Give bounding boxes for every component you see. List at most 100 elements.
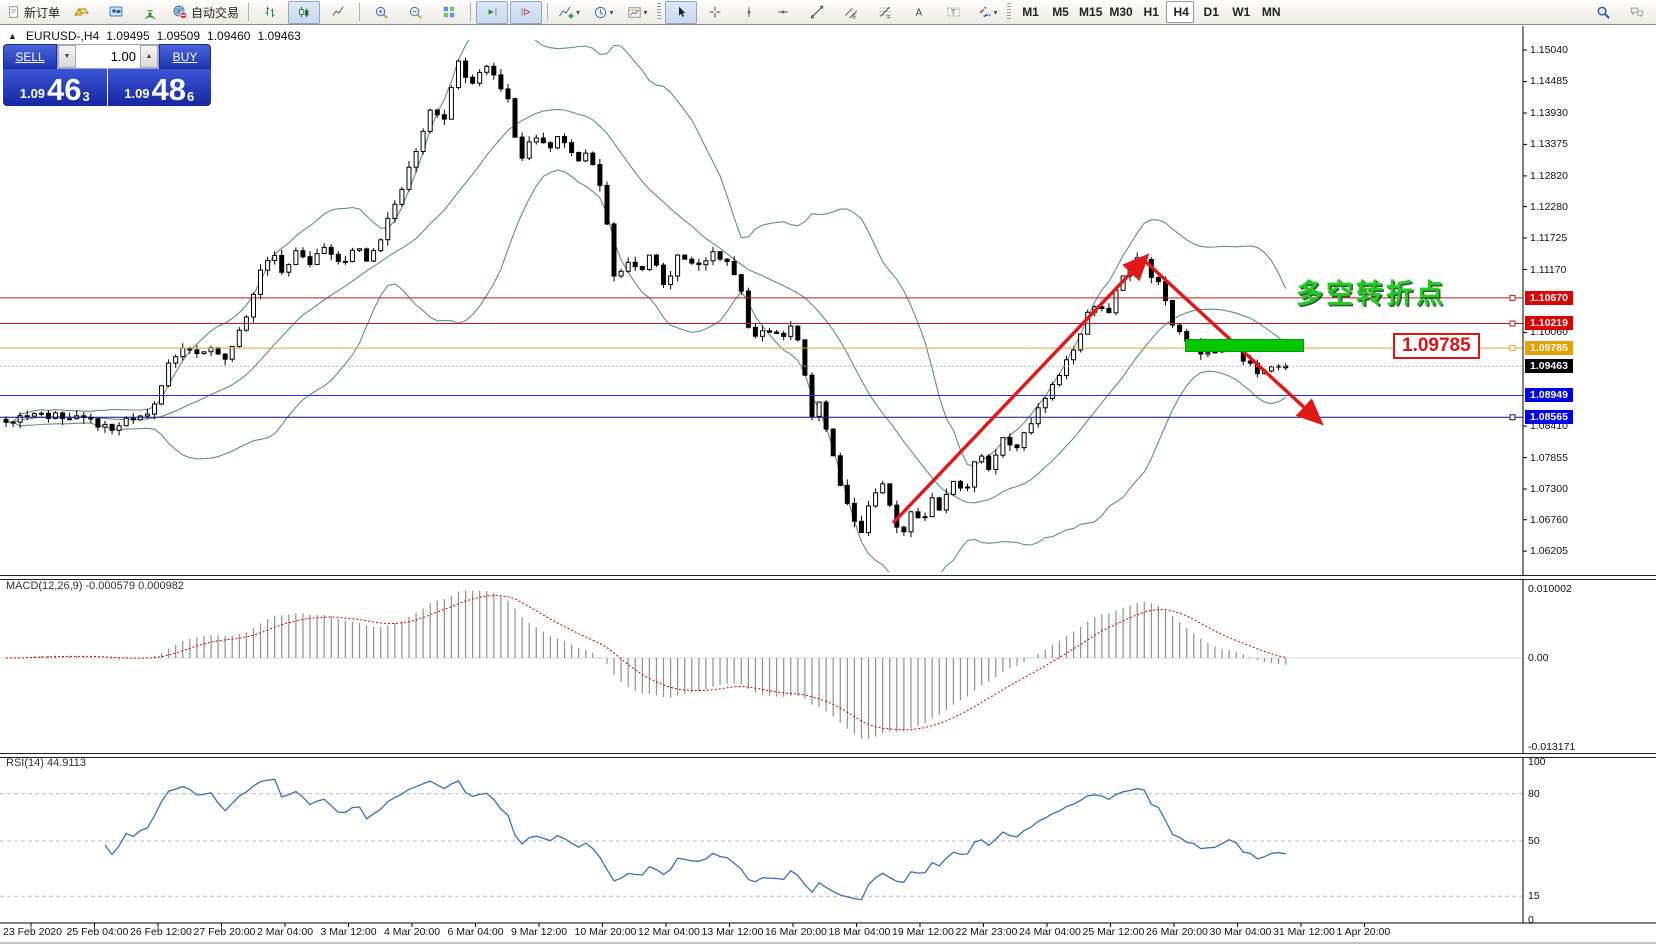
timeframe-m30-button[interactable]: M30 <box>1105 1 1133 23</box>
time-axis-label: 2 Mar 04:00 <box>257 926 313 938</box>
periods-button[interactable]: ▾ <box>587 1 619 24</box>
timeframe-d1-button-label: D1 <box>1204 5 1219 19</box>
hline-button[interactable] <box>767 1 799 24</box>
price-callout-label[interactable]: 1.09785 <box>1393 333 1480 359</box>
tile-windows-button[interactable] <box>433 1 465 24</box>
timeframe-h4-button[interactable]: H4 <box>1166 1 1194 23</box>
indicators-button[interactable]: ▾ <box>553 1 585 24</box>
chat-icon <box>1629 5 1645 19</box>
linechart-icon <box>331 5 345 19</box>
buy-button[interactable]: BUY <box>159 44 211 69</box>
volume-increase-button[interactable]: ▲ <box>140 45 158 68</box>
price-tag: 1.09785 <box>1525 341 1573 355</box>
templates-button[interactable]: ▾ <box>621 1 653 24</box>
time-axis-label: 1 Apr 20:00 <box>1337 926 1391 938</box>
candles-icon <box>297 5 311 19</box>
turning-point-annotation[interactable]: 多空转折点 <box>1296 272 1446 311</box>
timeframe-m1-button[interactable]: M1 <box>1015 1 1043 23</box>
highlight-rectangle[interactable] <box>1185 339 1304 352</box>
price-tag: 1.08565 <box>1525 410 1573 424</box>
trendline-button[interactable] <box>801 1 833 24</box>
timeframe-w1-button-label: W1 <box>1232 5 1250 19</box>
price-axis-tick: 1.11725 <box>1530 232 1567 244</box>
sell-price-button[interactable]: 1.09 46 3 <box>3 69 107 106</box>
sell-button[interactable]: SELL <box>3 44 57 69</box>
equidistant-channel-button[interactable]: E <box>835 1 867 24</box>
dropdown-caret-icon[interactable]: ▾ <box>994 8 998 17</box>
signals-button[interactable] <box>134 1 166 24</box>
timeframe-mn-button[interactable]: MN <box>1256 1 1284 23</box>
arrows-button[interactable]: ▾ <box>971 1 1003 24</box>
timeframe-m15-button-label: M15 <box>1079 5 1102 19</box>
macd-pane-separator[interactable] <box>0 575 1656 580</box>
rsi-scale-label: 50 <box>1528 835 1540 847</box>
buy-price-button[interactable]: 1.09 48 6 <box>108 69 212 106</box>
tiles-icon <box>442 5 456 19</box>
gold-icon <box>74 4 90 20</box>
dropdown-caret-icon[interactable]: ▾ <box>644 8 648 17</box>
volume-decrease-button[interactable]: ▼ <box>58 45 76 68</box>
text-icon: A <box>913 5 926 19</box>
chat-button[interactable] <box>1621 1 1653 24</box>
rsi-pane-separator[interactable] <box>0 753 1656 758</box>
buy-price-big: 48 <box>152 76 186 104</box>
timeframe-m15-button[interactable]: M15 <box>1075 1 1103 23</box>
timeframe-h1-button[interactable]: H1 <box>1136 1 1164 23</box>
time-axis-label: 13 Mar 12:00 <box>702 926 764 938</box>
text-label-button[interactable]: T <box>937 1 969 24</box>
macd-scale-bottom: -0.013171 <box>1528 741 1575 753</box>
line-chart-button[interactable] <box>322 1 354 24</box>
chart-canvas[interactable] <box>0 26 1656 944</box>
autotrading-button[interactable]: 自动交易 <box>168 1 243 24</box>
price-axis-tick: 1.14485 <box>1530 75 1568 87</box>
vline-button[interactable] <box>733 1 765 24</box>
strategy-tester-button[interactable] <box>100 1 132 24</box>
rsi-scale-label: 0 <box>1528 914 1534 926</box>
price-axis-tick: 1.06205 <box>1530 545 1568 557</box>
autoscroll-icon <box>485 5 499 19</box>
signals-icon <box>142 4 158 20</box>
bar-chart-button[interactable] <box>254 1 286 24</box>
autotrading-button-label: 自动交易 <box>191 4 239 21</box>
fibo-icon: F <box>878 5 892 19</box>
sell-price-prefix: 1.09 <box>20 86 45 101</box>
dropdown-caret-icon[interactable]: ▾ <box>610 8 614 17</box>
clock-icon <box>593 5 608 20</box>
ohlc-close: 1.09463 <box>257 29 300 43</box>
text-button[interactable]: A <box>903 1 935 24</box>
label-icon: T <box>946 5 961 19</box>
zoomin-icon <box>374 5 389 20</box>
new-order-button[interactable]: 新订单 <box>3 1 64 24</box>
metaeditor-button[interactable] <box>66 1 98 24</box>
time-axis-label: 12 Mar 04:00 <box>638 926 700 938</box>
time-axis-label: 9 Mar 12:00 <box>511 926 567 938</box>
volume-input[interactable] <box>76 45 140 68</box>
dropdown-caret-icon[interactable]: ▾ <box>576 8 580 17</box>
search-icon <box>1596 5 1611 20</box>
crosshair-button[interactable] <box>699 1 731 24</box>
zoom-in-button[interactable] <box>365 1 397 24</box>
search-button[interactable] <box>1587 1 1619 24</box>
tester-icon <box>108 4 124 20</box>
fibonacci-button[interactable]: F <box>869 1 901 24</box>
zoom-out-button[interactable] <box>399 1 431 24</box>
svg-text:A: A <box>915 8 922 19</box>
timeframe-w1-button[interactable]: W1 <box>1226 1 1254 23</box>
chart-shift-button[interactable] <box>510 1 542 24</box>
collapse-panel-icon[interactable]: ▲ <box>8 31 17 41</box>
indicator-icon <box>558 4 574 20</box>
timeframe-m5-button[interactable]: M5 <box>1045 1 1073 23</box>
price-axis-tick: 1.07300 <box>1530 483 1568 495</box>
symbol-period-label: EURUSD-,H4 <box>26 29 99 43</box>
timeframe-d1-button[interactable]: D1 <box>1196 1 1224 23</box>
candlestick-button[interactable] <box>288 1 320 24</box>
auto-scroll-button[interactable] <box>476 1 508 24</box>
sell-price-sup: 3 <box>83 89 90 104</box>
main-toolbar: 新订单 自动交易 ▾ ▾ ▾ EF A T ▾ M1M5 M15M30H1H4 D1 W1 MN <box>0 0 1656 25</box>
chart-window: ▲ EURUSD-,H4 1.09495 1.09509 1.09460 1.0… <box>0 26 1656 944</box>
buy-price-sup: 6 <box>187 89 194 104</box>
toolbar-separator <box>657 3 661 21</box>
time-axis-label: 25 Feb 04:00 <box>67 926 129 938</box>
time-axis-label: 26 Mar 20:00 <box>1146 926 1208 938</box>
cursor-button[interactable] <box>665 1 697 24</box>
